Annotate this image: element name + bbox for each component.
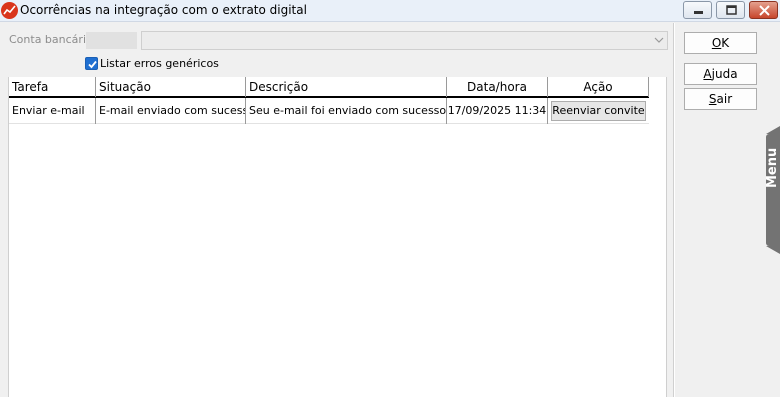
- checkmark-icon: [88, 60, 97, 69]
- reenviar-convite-button[interactable]: Reenviar convite: [551, 101, 646, 121]
- cell-descricao: Seu e-mail foi enviado com sucesso e est…: [246, 98, 447, 124]
- maximize-icon: [726, 5, 737, 15]
- grid-header: Tarefa Situação Descrição Data/hora Ação: [9, 77, 649, 98]
- close-icon: [759, 5, 770, 16]
- side-menu-label[interactable]: Menu: [765, 148, 780, 188]
- ocorrencias-grid[interactable]: Tarefa Situação Descrição Data/hora Ação…: [8, 77, 667, 397]
- maximize-button[interactable]: [716, 1, 745, 19]
- title-bar[interactable]: Ocorrências na integração com o extrato …: [0, 0, 780, 22]
- window-title: Ocorrências na integração com o extrato …: [20, 3, 307, 17]
- minimize-button[interactable]: [683, 1, 712, 19]
- cell-situacao: E-mail enviado com sucesso.: [96, 98, 246, 124]
- sair-rest: air: [716, 92, 733, 106]
- ajuda-rest: juda: [711, 67, 738, 81]
- cell-data-hora: 17/09/2025 11:34: [447, 98, 548, 124]
- chart-icon: [1, 2, 18, 19]
- cell-tarefa: Enviar e-mail: [9, 98, 96, 124]
- column-header-data-hora[interactable]: Data/hora: [447, 77, 548, 97]
- column-header-tarefa[interactable]: Tarefa: [9, 77, 96, 97]
- listar-erros-checkbox[interactable]: [85, 57, 98, 70]
- minimize-icon: [694, 11, 703, 14]
- conta-bancaria-select[interactable]: [141, 31, 668, 50]
- dialog-client-area: Conta bancária Listar erros genéricos Ta…: [0, 23, 780, 397]
- column-header-descricao[interactable]: Descrição: [246, 77, 447, 97]
- conta-bancaria-label: Conta bancária: [9, 33, 93, 46]
- ajuda-mnemonic: A: [703, 67, 712, 81]
- table-row[interactable]: Enviar e-mail E-mail enviado com sucesso…: [9, 98, 649, 124]
- sair-mnemonic: S: [708, 92, 717, 106]
- ok-rest: K: [721, 36, 730, 50]
- ajuda-button[interactable]: Ajuda: [684, 63, 757, 85]
- column-header-situacao[interactable]: Situação: [96, 77, 246, 97]
- ok-mnemonic: O: [711, 36, 722, 50]
- ok-button[interactable]: OK: [684, 32, 757, 54]
- vertical-divider: [673, 23, 675, 397]
- sair-button[interactable]: Sair: [684, 88, 757, 110]
- close-button[interactable]: [749, 1, 778, 19]
- listar-erros-label[interactable]: Listar erros genéricos: [100, 57, 219, 70]
- chevron-down-icon: [654, 37, 664, 43]
- conta-code-field[interactable]: [86, 32, 137, 49]
- column-header-acao[interactable]: Ação: [548, 77, 649, 97]
